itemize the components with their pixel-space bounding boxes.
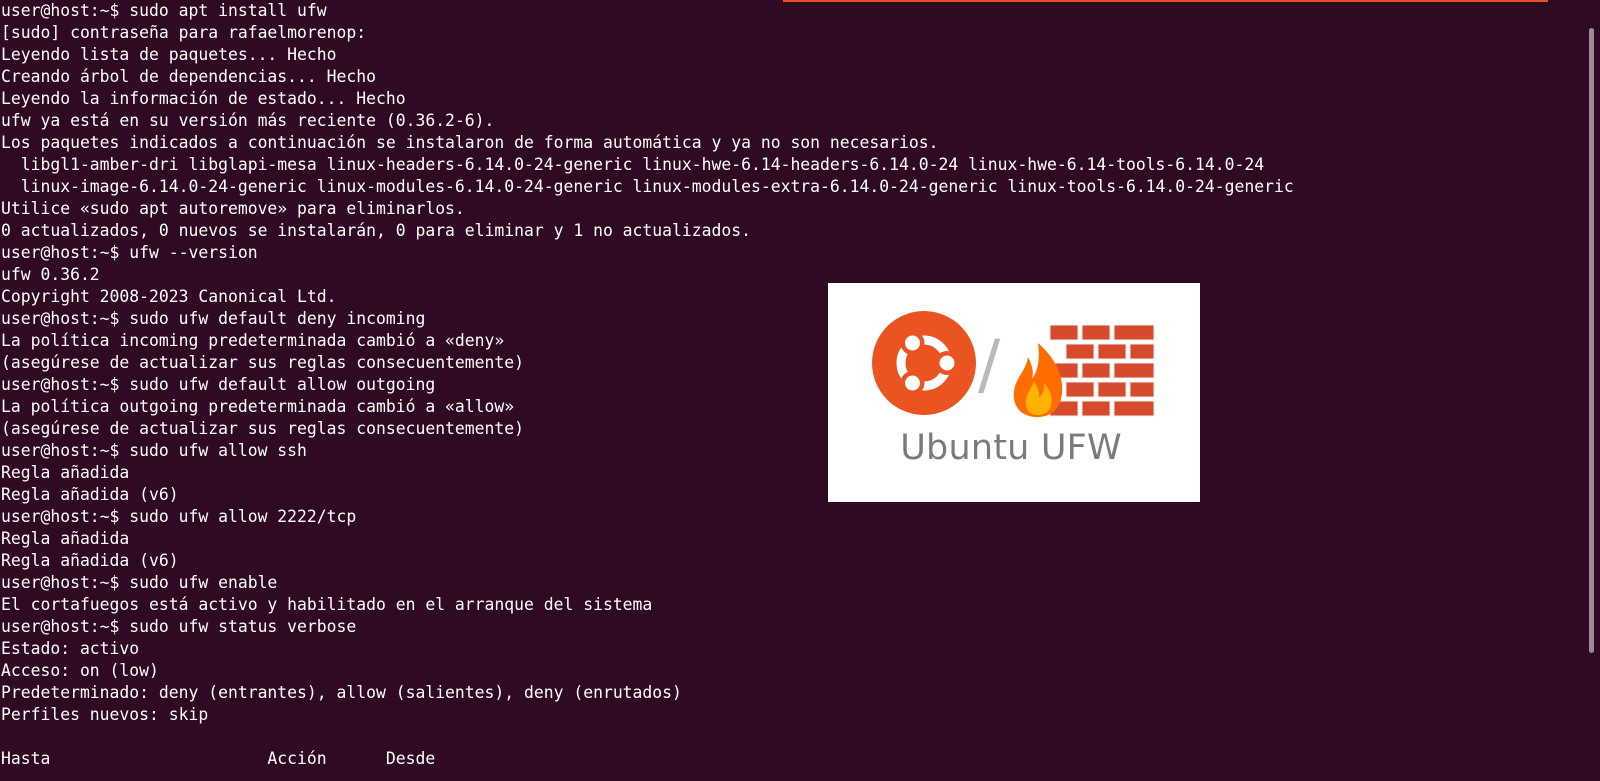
terminal-line: Regla añadida [1, 529, 130, 548]
terminal-scrollbar[interactable] [1589, 28, 1594, 653]
terminal-line: (asegúrese de actualizar sus reglas cons… [1, 353, 525, 372]
terminal-line: user@host:~$ sudo ufw allow 2222/tcp [1, 507, 357, 526]
terminal-line: Perfiles nuevos: skip [1, 705, 209, 724]
ubuntu-ufw-banner: / Ubuntu UFW [828, 283, 1200, 502]
ubuntu-logo-icon [872, 311, 976, 415]
terminal-line: [sudo] contraseña para rafaelmorenop: [1, 23, 367, 42]
terminal-line: user@host:~$ sudo ufw allow ssh [1, 441, 307, 460]
terminal-line: user@host:~$ sudo ufw enable [1, 573, 278, 592]
terminal-line: Creando árbol de dependencias... Hecho [1, 67, 376, 86]
terminal-line: La política outgoing predeterminada camb… [1, 397, 515, 416]
terminal-line: user@host:~$ sudo ufw default deny incom… [1, 309, 426, 328]
terminal-line: Regla añadida [1, 463, 130, 482]
terminal-output[interactable]: user@host:~$ sudo apt install ufw [sudo]… [1, 0, 1576, 781]
terminal-line: Acceso: on (low) [1, 661, 159, 680]
terminal-line: Copyright 2008-2023 Canonical Ltd. [1, 287, 337, 306]
terminal-line: ufw 0.36.2 [1, 265, 100, 284]
terminal-line: Estado: activo [1, 639, 140, 658]
terminal-line: Hasta Acción Desde [1, 749, 436, 768]
terminal-line: Regla añadida (v6) [1, 485, 179, 504]
product-name: Ubuntu UFW [900, 428, 1122, 468]
firewall-icon [1013, 324, 1155, 417]
terminal-line: Leyendo la información de estado... Hech… [1, 89, 406, 108]
terminal-line: 0 actualizados, 0 nuevos se instalarán, … [1, 221, 751, 240]
terminal-line: user@host:~$ ufw --version [1, 243, 258, 262]
terminal-line: user@host:~$ sudo ufw default allow outg… [1, 375, 436, 394]
terminal-line: user@host:~$ sudo apt install ufw [1, 1, 327, 20]
logo-separator: / [978, 326, 1001, 403]
terminal-line: Utilice «sudo apt autoremove» para elimi… [1, 199, 465, 218]
terminal-line: user@host:~$ sudo ufw status verbose [1, 617, 357, 636]
terminal-line: Regla añadida (v6) [1, 551, 179, 570]
terminal-line: Predeterminado: deny (entrantes), allow … [1, 683, 682, 702]
terminal-line: El cortafuegos está activo y habilitado … [1, 595, 653, 614]
terminal-line: libgl1-amber-dri libglapi-mesa linux-hea… [1, 155, 1265, 174]
terminal-line: La política incoming predeterminada camb… [1, 331, 505, 350]
terminal-line: linux-image-6.14.0-24-generic linux-modu… [1, 177, 1294, 196]
terminal-screen: { "colors": { "terminal_background": "#3… [0, 0, 1600, 781]
terminal-line: Leyendo lista de paquetes... Hecho [1, 45, 337, 64]
terminal-line: (asegúrese de actualizar sus reglas cons… [1, 419, 525, 438]
terminal-line: ufw ya está en su versión más reciente (… [1, 111, 495, 130]
terminal-line: Los paquetes indicados a continuación se… [1, 133, 939, 152]
